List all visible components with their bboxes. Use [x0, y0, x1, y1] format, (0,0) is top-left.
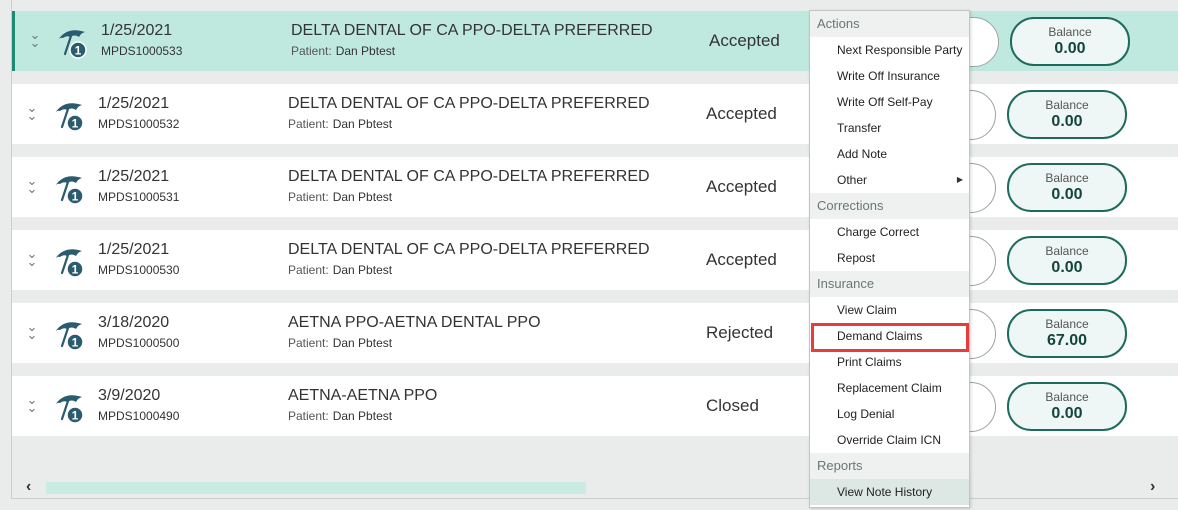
expand-chevron-icon[interactable]: ⌄ ⌄: [26, 174, 38, 195]
menu-item-charge-correct[interactable]: Charge Correct: [810, 219, 969, 245]
scrollbar-thumb[interactable]: [46, 482, 586, 494]
insurance-umbrella-icon: 1: [55, 249, 84, 278]
patient-info: Patient: Dan Pbtest: [288, 336, 393, 350]
menu-item-write-off-insurance[interactable]: Write Off Insurance: [810, 63, 969, 89]
balance-label: Balance: [1045, 171, 1089, 185]
insurance-rank: 1: [75, 44, 82, 58]
expand-chevron-icon[interactable]: ⌄ ⌄: [26, 320, 38, 341]
claim-date: 3/18/2020: [98, 314, 170, 331]
expand-chevron-icon[interactable]: ⌄ ⌄: [26, 101, 38, 122]
balance-label: Balance: [1045, 390, 1089, 404]
claim-date: 1/25/2021: [98, 95, 170, 112]
balance-value: 0.00: [1054, 40, 1086, 57]
claim-number: MPDS1000531: [98, 190, 180, 204]
menu-item-demand-claims[interactable]: Demand Claims: [810, 323, 969, 352]
menu-section-corrections: Corrections: [810, 193, 969, 219]
menu-item-transfer[interactable]: Transfer: [810, 115, 969, 141]
payer-name: DELTA DENTAL OF CA PPO-DELTA PREFERRED: [291, 22, 653, 39]
balance-value: 67.00: [1046, 332, 1088, 349]
menu-item-override-claim-icn[interactable]: Override Claim ICN: [810, 427, 969, 453]
claim-number: MPDS1000490: [98, 409, 180, 423]
balance-pill[interactable]: Balance 0.00: [1007, 163, 1127, 212]
menu-item-write-off-self-pay[interactable]: Write Off Self-Pay: [810, 89, 969, 115]
claim-number: MPDS1000532: [98, 117, 180, 131]
insurance-umbrella-icon: 1: [55, 103, 84, 132]
balance-label: Balance: [1045, 317, 1089, 331]
balance-value: 0.00: [1051, 113, 1083, 130]
balance-value: 0.00: [1051, 405, 1083, 422]
balance-label: Balance: [1045, 244, 1089, 258]
expand-chevron-icon[interactable]: ⌄ ⌄: [26, 247, 38, 268]
menu-item-log-denial[interactable]: Log Denial: [810, 401, 969, 427]
menu-item-view-note-history[interactable]: View Note History: [810, 479, 969, 505]
payer-name: AETNA PPO-AETNA DENTAL PPO: [288, 314, 541, 331]
balance-value: 0.00: [1051, 259, 1083, 276]
menu-section-insurance: Insurance: [810, 271, 969, 297]
claim-date: 1/25/2021: [101, 22, 173, 39]
insurance-umbrella-icon: 1: [55, 322, 84, 351]
context-menu: Actions Next Responsible Party Write Off I…: [809, 10, 970, 508]
claim-status: Accepted: [709, 31, 780, 50]
patient-info: Patient: Dan Pbtest: [291, 44, 396, 58]
balance-pill[interactable]: Balance 67.00: [1007, 309, 1127, 358]
balance-label: Balance: [1048, 25, 1092, 39]
claim-row[interactable]: ⌄ ⌄ 1 1/25/2021 MPDS1000533 DELTA DENTAL …: [12, 11, 1178, 71]
insurance-rank: 1: [72, 409, 79, 423]
menu-item-next-responsible-party[interactable]: Next Responsible Party: [810, 37, 969, 63]
claim-number: MPDS1000533: [101, 44, 183, 58]
scroll-left-icon[interactable]: ‹: [26, 478, 31, 496]
menu-item-other[interactable]: Other ▶: [810, 167, 969, 193]
patient-info: Patient: Dan Pbtest: [288, 409, 393, 423]
menu-item-print-claims[interactable]: Print Claims: [810, 349, 969, 375]
balance-pill[interactable]: Balance 0.00: [1007, 90, 1127, 139]
menu-section-reports: Reports: [810, 453, 969, 479]
claim-row[interactable]: ⌄ ⌄ 1 1/25/2021 MPDS1000531 DELTA DENTAL …: [12, 157, 1178, 217]
claim-status: Rejected: [706, 323, 774, 342]
scroll-right-icon[interactable]: ›: [1150, 478, 1155, 496]
claim-status: Accepted: [706, 250, 777, 269]
menu-item-add-note[interactable]: Add Note: [810, 141, 969, 167]
balance-label: Balance: [1045, 98, 1089, 112]
payer-name: AETNA-AETNA PPO: [288, 387, 438, 404]
claim-row[interactable]: ⌄ ⌄ 1 3/18/2020 MPDS1000500 AETNA PPO-AET…: [12, 303, 1178, 363]
insurance-rank: 1: [72, 263, 79, 277]
insurance-rank: 1: [72, 336, 79, 350]
insurance-umbrella-icon: 1: [55, 395, 84, 424]
claim-row[interactable]: ⌄ ⌄ 1 1/25/2021 MPDS1000532 DELTA DENTAL …: [12, 84, 1178, 144]
expand-chevron-icon[interactable]: ⌄ ⌄: [26, 393, 38, 414]
balance-pill[interactable]: Balance 0.00: [1007, 236, 1127, 285]
expand-chevron-icon[interactable]: ⌄ ⌄: [29, 28, 41, 49]
claim-number: MPDS1000530: [98, 263, 180, 277]
balance-value: 0.00: [1051, 186, 1083, 203]
menu-item-repost[interactable]: Repost: [810, 245, 969, 271]
insurance-umbrella-icon: 1: [58, 30, 87, 59]
claim-status: Accepted: [706, 177, 777, 196]
patient-info: Patient: Dan Pbtest: [288, 263, 393, 277]
patient-info: Patient: Dan Pbtest: [288, 190, 393, 204]
claim-row[interactable]: ⌄ ⌄ 1 3/9/2020 MPDS1000490 AETNA-AETNA PP…: [12, 376, 1178, 436]
claim-date: 3/9/2020: [98, 387, 161, 404]
submenu-arrow-icon: ▶: [956, 175, 963, 184]
balance-pill[interactable]: Balance 0.00: [1010, 17, 1130, 66]
claim-date: 1/25/2021: [98, 168, 170, 185]
payer-name: DELTA DENTAL OF CA PPO-DELTA PREFERRED: [288, 95, 650, 112]
insurance-rank: 1: [72, 117, 79, 131]
claim-status: Closed: [706, 396, 759, 415]
insurance-rank: 1: [72, 190, 79, 204]
claim-row[interactable]: ⌄ ⌄ 1 1/25/2021 MPDS1000530 DELTA DENTAL …: [12, 230, 1178, 290]
claim-number: MPDS1000500: [98, 336, 180, 350]
payer-name: DELTA DENTAL OF CA PPO-DELTA PREFERRED: [288, 241, 650, 258]
claim-date: 1/25/2021: [98, 241, 170, 258]
insurance-umbrella-icon: 1: [55, 176, 84, 205]
menu-section-actions: Actions: [810, 11, 969, 37]
patient-info: Patient: Dan Pbtest: [288, 117, 393, 131]
balance-pill[interactable]: Balance 0.00: [1007, 382, 1127, 431]
menu-item-view-claim[interactable]: View Claim: [810, 297, 969, 323]
horizontal-scrollbar[interactable]: ‹ ›: [12, 478, 1178, 498]
payer-name: DELTA DENTAL OF CA PPO-DELTA PREFERRED: [288, 168, 650, 185]
claim-status: Accepted: [706, 104, 777, 123]
menu-item-replacement-claim[interactable]: Replacement Claim: [810, 375, 969, 401]
